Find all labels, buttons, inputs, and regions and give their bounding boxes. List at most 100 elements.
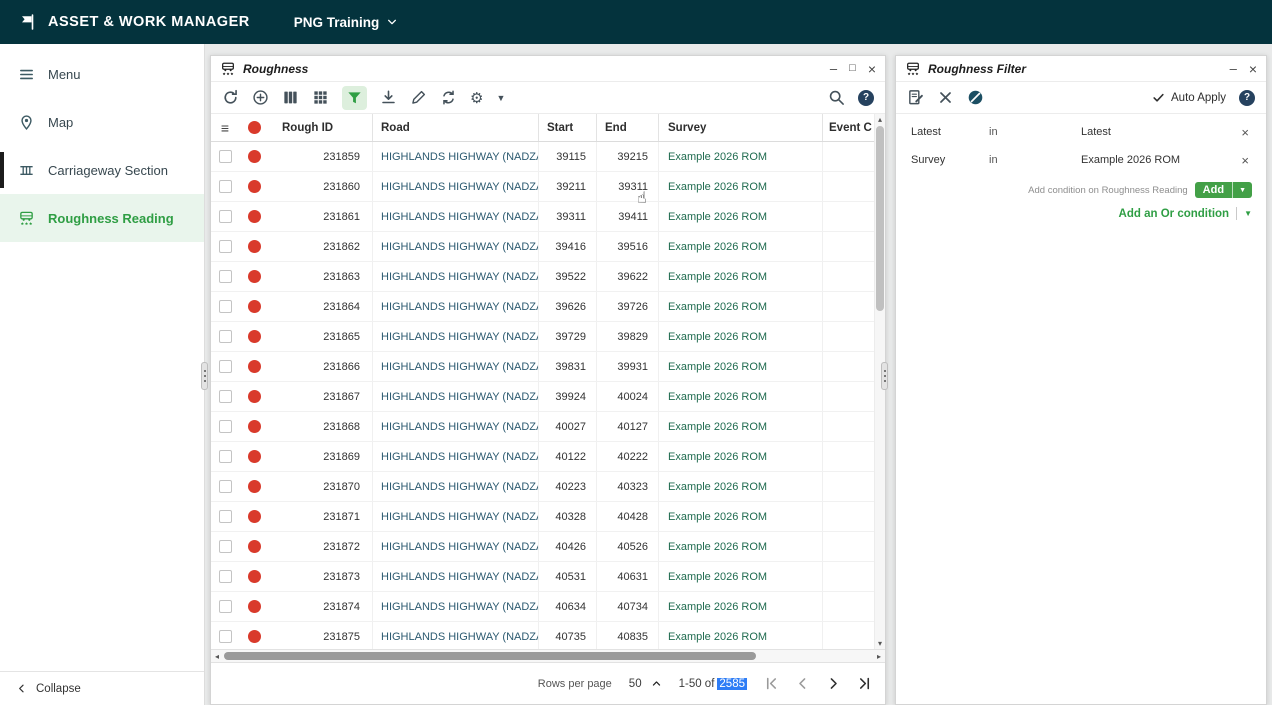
end-cell[interactable]: 39726 [597, 292, 659, 321]
table-row[interactable]: 231872 HIGHLANDS HIGHWAY (NADZAB ... 404… [211, 532, 885, 562]
column-header-road[interactable]: Road [373, 114, 539, 141]
road-cell[interactable]: HIGHLANDS HIGHWAY (NADZAB ... [373, 232, 539, 261]
start-cell[interactable]: 40735 [539, 622, 597, 649]
filter-icon[interactable] [342, 85, 367, 110]
end-cell[interactable]: 39311 [597, 172, 659, 201]
survey-cell[interactable]: Example 2026 ROM [659, 352, 823, 381]
rough-id-cell[interactable]: 231867 [269, 382, 373, 411]
start-cell[interactable]: 39924 [539, 382, 597, 411]
row-menu-icon[interactable]: ≡ [221, 120, 229, 136]
road-cell[interactable]: HIGHLANDS HIGHWAY (NADZAB ... [373, 352, 539, 381]
add-button-label[interactable]: Add [1195, 182, 1232, 198]
help-icon[interactable]: ? [1239, 89, 1255, 106]
column-header-start[interactable]: Start [539, 114, 597, 141]
column-header-survey[interactable]: Survey [659, 114, 823, 141]
row-checkbox[interactable] [218, 330, 232, 343]
minimize-icon[interactable]: – [830, 62, 837, 75]
scroll-left-icon[interactable]: ◂ [211, 650, 223, 662]
rough-id-cell[interactable]: 231871 [269, 502, 373, 531]
rough-id-cell[interactable]: 231870 [269, 472, 373, 501]
edit-document-icon[interactable] [907, 89, 924, 106]
refresh-icon[interactable] [222, 89, 239, 106]
road-cell[interactable]: HIGHLANDS HIGHWAY (NADZAB ... [373, 532, 539, 561]
end-cell[interactable]: 40127 [597, 412, 659, 441]
start-cell[interactable]: 39831 [539, 352, 597, 381]
row-checkbox[interactable] [218, 240, 232, 253]
sidebar-item-map[interactable]: Map [0, 98, 204, 146]
start-cell[interactable]: 40027 [539, 412, 597, 441]
start-cell[interactable]: 39522 [539, 262, 597, 291]
end-cell[interactable]: 39516 [597, 232, 659, 261]
end-cell[interactable]: 39411 [597, 202, 659, 231]
road-cell[interactable]: HIGHLANDS HIGHWAY (NADZAB ... [373, 412, 539, 441]
road-cell[interactable]: HIGHLANDS HIGHWAY (NADZAB ... [373, 382, 539, 411]
clear-filter-icon[interactable] [937, 89, 954, 106]
grid-icon[interactable] [312, 89, 329, 106]
road-cell[interactable]: HIGHLANDS HIGHWAY (NADZAB ... [373, 442, 539, 471]
row-checkbox[interactable] [218, 540, 232, 553]
start-cell[interactable]: 40328 [539, 502, 597, 531]
sync-icon[interactable] [440, 89, 457, 106]
survey-cell[interactable]: Example 2026 ROM [659, 292, 823, 321]
collapse-sidebar-button[interactable]: Collapse [0, 671, 204, 705]
table-row[interactable]: 231874 HIGHLANDS HIGHWAY (NADZAB ... 406… [211, 592, 885, 622]
start-cell[interactable]: 40122 [539, 442, 597, 471]
row-checkbox[interactable] [218, 420, 232, 433]
scroll-right-icon[interactable]: ▸ [873, 650, 885, 662]
survey-cell[interactable]: Example 2026 ROM [659, 592, 823, 621]
sidebar-item-carriageway-section[interactable]: Carriageway Section [0, 146, 204, 194]
end-cell[interactable]: 40631 [597, 562, 659, 591]
rough-id-cell[interactable]: 231872 [269, 532, 373, 561]
previous-page-icon[interactable] [795, 676, 810, 691]
road-cell[interactable]: HIGHLANDS HIGHWAY (NADZAB ... [373, 142, 539, 171]
rough-id-cell[interactable]: 231860 [269, 172, 373, 201]
survey-cell[interactable]: Example 2026 ROM [659, 472, 823, 501]
auto-apply-toggle[interactable]: Auto Apply [1152, 91, 1226, 104]
minimize-icon[interactable]: – [1230, 62, 1237, 75]
close-icon[interactable]: × [868, 62, 876, 76]
search-icon[interactable] [828, 89, 845, 106]
end-cell[interactable]: 39215 [597, 142, 659, 171]
gear-icon[interactable]: ⚙ [470, 89, 483, 107]
start-cell[interactable]: 39626 [539, 292, 597, 321]
add-caret-down-icon[interactable]: ▼ [1232, 182, 1252, 198]
start-cell[interactable]: 39729 [539, 322, 597, 351]
row-checkbox[interactable] [218, 450, 232, 463]
row-checkbox[interactable] [218, 600, 232, 613]
help-icon[interactable]: ? [858, 89, 874, 106]
add-or-condition-row[interactable]: Add an Or condition ▼ [896, 200, 1266, 227]
end-cell[interactable]: 39829 [597, 322, 659, 351]
row-checkbox[interactable] [218, 270, 232, 283]
row-checkbox[interactable] [218, 480, 232, 493]
resize-handle-left[interactable] [201, 362, 208, 390]
survey-cell[interactable]: Example 2026 ROM [659, 202, 823, 231]
road-cell[interactable]: HIGHLANDS HIGHWAY (NADZAB ... [373, 202, 539, 231]
edit-icon[interactable] [410, 89, 427, 106]
resize-handle-right[interactable] [881, 362, 888, 390]
table-row[interactable]: 231868 HIGHLANDS HIGHWAY (NADZAB ... 400… [211, 412, 885, 442]
sidebar-item-roughness-reading[interactable]: Roughness Reading [0, 194, 204, 242]
start-cell[interactable]: 40531 [539, 562, 597, 591]
start-cell[interactable]: 39311 [539, 202, 597, 231]
survey-cell[interactable]: Example 2026 ROM [659, 532, 823, 561]
table-row[interactable]: 231862 HIGHLANDS HIGHWAY (NADZAB ... 394… [211, 232, 885, 262]
survey-cell[interactable]: Example 2026 ROM [659, 502, 823, 531]
survey-cell[interactable]: Example 2026 ROM [659, 562, 823, 591]
column-header-end[interactable]: End [597, 114, 659, 141]
survey-cell[interactable]: Example 2026 ROM [659, 442, 823, 471]
road-cell[interactable]: HIGHLANDS HIGHWAY (NADZAB ... [373, 622, 539, 649]
download-icon[interactable] [380, 89, 397, 106]
close-icon[interactable]: × [1249, 62, 1257, 76]
rough-id-cell[interactable]: 231873 [269, 562, 373, 591]
road-cell[interactable]: HIGHLANDS HIGHWAY (NADZAB ... [373, 172, 539, 201]
survey-cell[interactable]: Example 2026 ROM [659, 412, 823, 441]
start-cell[interactable]: 40223 [539, 472, 597, 501]
survey-cell[interactable]: Example 2026 ROM [659, 622, 823, 649]
end-cell[interactable]: 40323 [597, 472, 659, 501]
survey-cell[interactable]: Example 2026 ROM [659, 322, 823, 351]
road-cell[interactable]: HIGHLANDS HIGHWAY (NADZAB ... [373, 472, 539, 501]
end-cell[interactable]: 39931 [597, 352, 659, 381]
road-cell[interactable]: HIGHLANDS HIGHWAY (NADZAB ... [373, 592, 539, 621]
scroll-down-icon[interactable]: ▾ [875, 639, 885, 648]
survey-cell[interactable]: Example 2026 ROM [659, 172, 823, 201]
